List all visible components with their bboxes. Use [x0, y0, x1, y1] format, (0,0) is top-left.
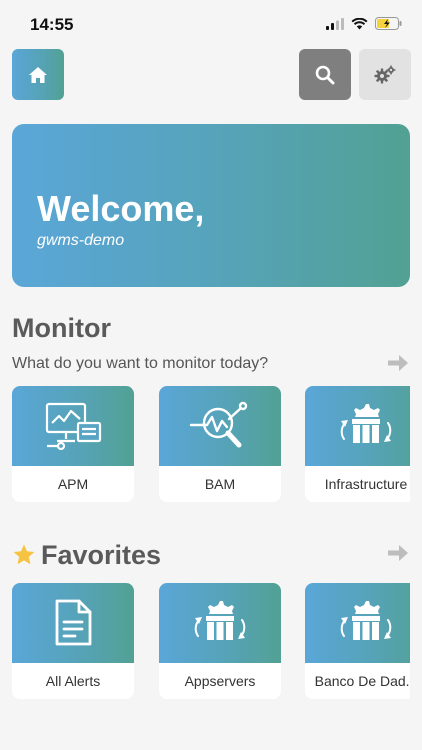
gears-icon: [374, 65, 396, 83]
search-button[interactable]: [299, 49, 351, 100]
battery-icon: [375, 17, 402, 30]
settings-button[interactable]: [359, 49, 411, 100]
status-time: 14:55: [30, 15, 74, 34]
favorites-arrow-right-icon[interactable]: [386, 541, 410, 565]
favorite-card-appservers[interactable]: Appservers: [159, 583, 281, 699]
monitor-card-bam-image: [159, 386, 281, 466]
favorite-card-banco-de-dados-image: [305, 583, 410, 663]
monitor-card-bam-label: BAM: [204, 476, 236, 492]
document-icon: [55, 599, 92, 646]
monitor-title: Monitor: [12, 313, 111, 343]
favorite-card-all-alerts[interactable]: All Alerts: [12, 583, 134, 699]
star-icon: [13, 544, 35, 565]
wifi-icon: [351, 17, 368, 29]
favorites-title: Favorites: [41, 540, 162, 570]
monitor-card-infrastructure-image: [305, 386, 410, 466]
favorite-card-banco-de-dados[interactable]: Banco De Dad...: [305, 583, 410, 699]
signal-icon: [326, 17, 344, 30]
welcome-title: Welcome,: [37, 188, 205, 229]
monitor-card-infrastructure-label: Infrastructure: [324, 476, 408, 492]
status-icons: [326, 17, 402, 30]
infrastructure-icon: [340, 601, 392, 640]
monitor-card-apm-label: APM: [57, 476, 89, 492]
monitor-card-infrastructure[interactable]: Infrastructure: [305, 386, 410, 502]
home-button[interactable]: [12, 49, 64, 100]
monitor-card-apm-image: [12, 386, 134, 466]
favorite-card-all-alerts-label: All Alerts: [45, 673, 101, 689]
monitor-card-apm[interactable]: APM: [12, 386, 134, 502]
favorite-card-all-alerts-image: [12, 583, 134, 663]
favorites-carousel[interactable]: All Alerts Appservers Banco De Dad...: [0, 583, 410, 699]
monitor-arrow-right-icon[interactable]: [386, 351, 410, 375]
monitor-card-bam[interactable]: BAM: [159, 386, 281, 502]
monitor-carousel[interactable]: APM BAM Infrastructure: [0, 386, 410, 502]
welcome-username: gwms-demo: [37, 232, 125, 249]
favorite-card-appservers-image: [159, 583, 281, 663]
infrastructure-icon: [194, 601, 246, 640]
monitor-icon: [45, 402, 102, 451]
favorite-card-appservers-label: Appservers: [184, 673, 256, 689]
infrastructure-icon: [340, 404, 392, 443]
analytics-icon: [189, 401, 248, 448]
status-bar: 14:55: [0, 0, 422, 50]
search-icon: [315, 65, 335, 84]
home-icon: [29, 66, 47, 83]
welcome-banner: Welcome, gwms-demo: [12, 124, 410, 287]
favorite-card-banco-de-dados-label: Banco De Dad...: [314, 673, 410, 689]
monitor-subtitle: What do you want to monitor today?: [12, 355, 269, 372]
